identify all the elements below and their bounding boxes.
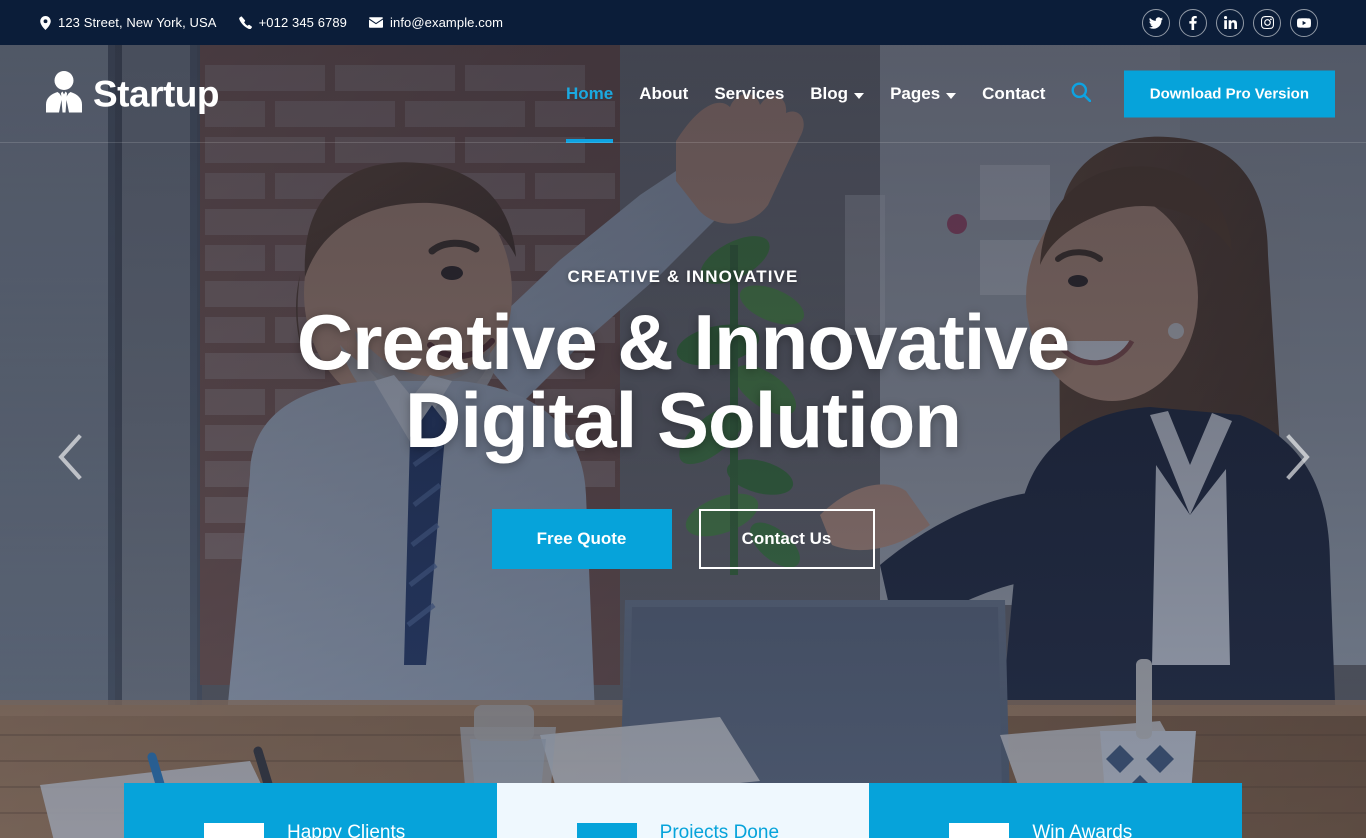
hero-content: CREATIVE & INNOVATIVE Creative & Innovat… (0, 45, 1366, 838)
free-quote-button[interactable]: Free Quote (491, 509, 672, 569)
user-tie-icon (45, 71, 83, 118)
location-pin-icon (40, 15, 51, 30)
nav-item-pages[interactable]: Pages (877, 45, 969, 143)
nav-item-home-label: Home (566, 84, 614, 103)
topbar-email-text: info@example.com (390, 15, 504, 30)
fact-label: Projects Done (659, 822, 780, 838)
nav-item-blog[interactable]: Blog (797, 45, 877, 143)
facts-strip: Happy Clients 988 Projects Done 988 Win … (124, 783, 1243, 838)
brand-name: Startup (93, 73, 220, 115)
hero-eyebrow: CREATIVE & INNOVATIVE (567, 267, 799, 286)
fact-label: Win Awards (1032, 822, 1133, 838)
hero-button-group: Free Quote Contact Us (491, 509, 875, 569)
award-icon (949, 823, 1010, 838)
topbar-contact-group: 123 Street, New York, USA +012 345 6789 … (0, 15, 503, 30)
topbar-email[interactable]: info@example.com (369, 15, 503, 30)
nav-item-about-label: About (639, 84, 689, 103)
fact-card-win-awards: Win Awards 988 (869, 783, 1243, 838)
contact-us-button[interactable]: Contact Us (698, 509, 875, 569)
nav-item-contact-label: Contact (982, 84, 1046, 103)
search-button[interactable] (1071, 45, 1092, 143)
nav-item-about[interactable]: About (626, 45, 701, 143)
users-icon (204, 823, 264, 838)
fact-label: Happy Clients (287, 822, 406, 838)
download-pro-version-button[interactable]: Download Pro Version (1123, 70, 1335, 118)
search-icon (1071, 82, 1092, 107)
nav-item-services-label: Services (714, 84, 785, 103)
nav-item-blog-label: Blog (810, 84, 849, 103)
fact-card-happy-clients: Happy Clients 988 (124, 783, 497, 838)
hero-title: Creative & Innovative Digital Solution (297, 303, 1070, 459)
social-link-instagram[interactable] (1253, 8, 1281, 37)
twitter-icon (1149, 16, 1163, 29)
chevron-left-icon (55, 433, 85, 485)
nav-item-contact[interactable]: Contact (969, 45, 1058, 143)
fact-body: Win Awards 988 (1032, 821, 1132, 838)
facebook-icon (1189, 15, 1197, 30)
chevron-right-icon (1283, 433, 1313, 485)
social-link-facebook[interactable] (1179, 8, 1207, 37)
fact-body: Happy Clients 988 (287, 821, 405, 838)
brand-logo[interactable]: Startup (45, 71, 220, 118)
topbar-address: 123 Street, New York, USA (40, 15, 217, 30)
chevron-down-icon (854, 92, 865, 99)
linkedin-icon (1223, 16, 1237, 29)
envelope-icon (369, 17, 384, 28)
check-icon (576, 823, 637, 838)
social-link-linkedin[interactable] (1216, 8, 1244, 37)
instagram-icon (1260, 16, 1274, 29)
youtube-icon (1297, 17, 1311, 28)
top-info-bar: 123 Street, New York, USA +012 345 6789 … (0, 0, 1366, 45)
site-header: Startup Home About Services Blog Pages C… (0, 45, 1366, 143)
hero-carousel: CREATIVE & INNOVATIVE Creative & Innovat… (0, 45, 1366, 838)
topbar-phone[interactable]: +012 345 6789 (238, 15, 348, 30)
social-link-youtube[interactable] (1290, 8, 1318, 37)
chevron-down-icon (946, 92, 957, 99)
carousel-prev-button[interactable] (40, 429, 100, 489)
nav-item-pages-label: Pages (890, 84, 941, 103)
topbar-phone-text: +012 345 6789 (258, 15, 348, 30)
hero-title-line-2: Digital Solution (405, 376, 962, 464)
social-links (1142, 0, 1318, 45)
nav-item-home[interactable]: Home (553, 45, 626, 143)
carousel-next-button[interactable] (1268, 429, 1328, 489)
hero-title-line-1: Creative & Innovative (296, 298, 1070, 386)
fact-body: Projects Done 988 (660, 821, 779, 838)
social-link-twitter[interactable] (1142, 8, 1170, 37)
main-navigation: Home About Services Blog Pages Contact (553, 45, 1092, 143)
fact-card-projects-done: Projects Done 988 (496, 783, 870, 838)
topbar-address-text: 123 Street, New York, USA (58, 15, 217, 30)
phone-icon (238, 16, 252, 29)
nav-item-services[interactable]: Services (701, 45, 797, 143)
